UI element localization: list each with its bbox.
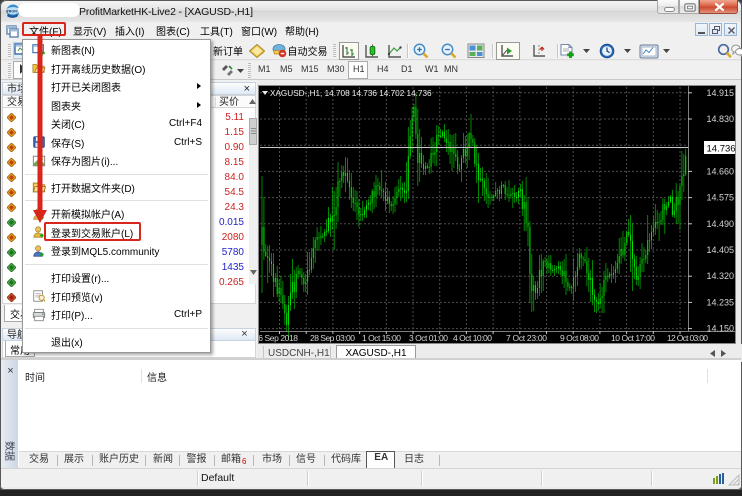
svg-text:XAGUSD-,H1, 14.708 14.736 14.7: XAGUSD-,H1, 14.708 14.736 14.702 14.736	[270, 89, 432, 98]
svg-text:4 Oct 10:00: 4 Oct 10:00	[453, 333, 492, 343]
svg-text:14.405: 14.405	[706, 245, 734, 255]
svg-text:28 Sep 03:00: 28 Sep 03:00	[310, 333, 355, 343]
svg-text:9 Oct 08:00: 9 Oct 08:00	[560, 333, 599, 343]
svg-text:14.830: 14.830	[706, 114, 734, 124]
svg-text:14.490: 14.490	[706, 219, 734, 229]
svg-text:14.320: 14.320	[706, 271, 734, 281]
svg-text:14.915: 14.915	[706, 88, 734, 98]
svg-text:3 Oct 01:00: 3 Oct 01:00	[409, 333, 448, 343]
svg-text:14.150: 14.150	[706, 324, 734, 334]
svg-text:14.575: 14.575	[706, 193, 734, 203]
svg-text:26 Sep 2018: 26 Sep 2018	[259, 333, 298, 343]
svg-text:1 Oct 15:00: 1 Oct 15:00	[362, 333, 401, 343]
svg-text:12 Oct 03:00: 12 Oct 03:00	[667, 333, 708, 343]
svg-text:10 Oct 17:00: 10 Oct 17:00	[611, 333, 655, 343]
svg-text:14.235: 14.235	[706, 297, 734, 307]
svg-text:14.736: 14.736	[707, 144, 736, 155]
svg-text:14.660: 14.660	[706, 166, 734, 176]
svg-text:7 Oct 23:00: 7 Oct 23:00	[506, 333, 547, 343]
